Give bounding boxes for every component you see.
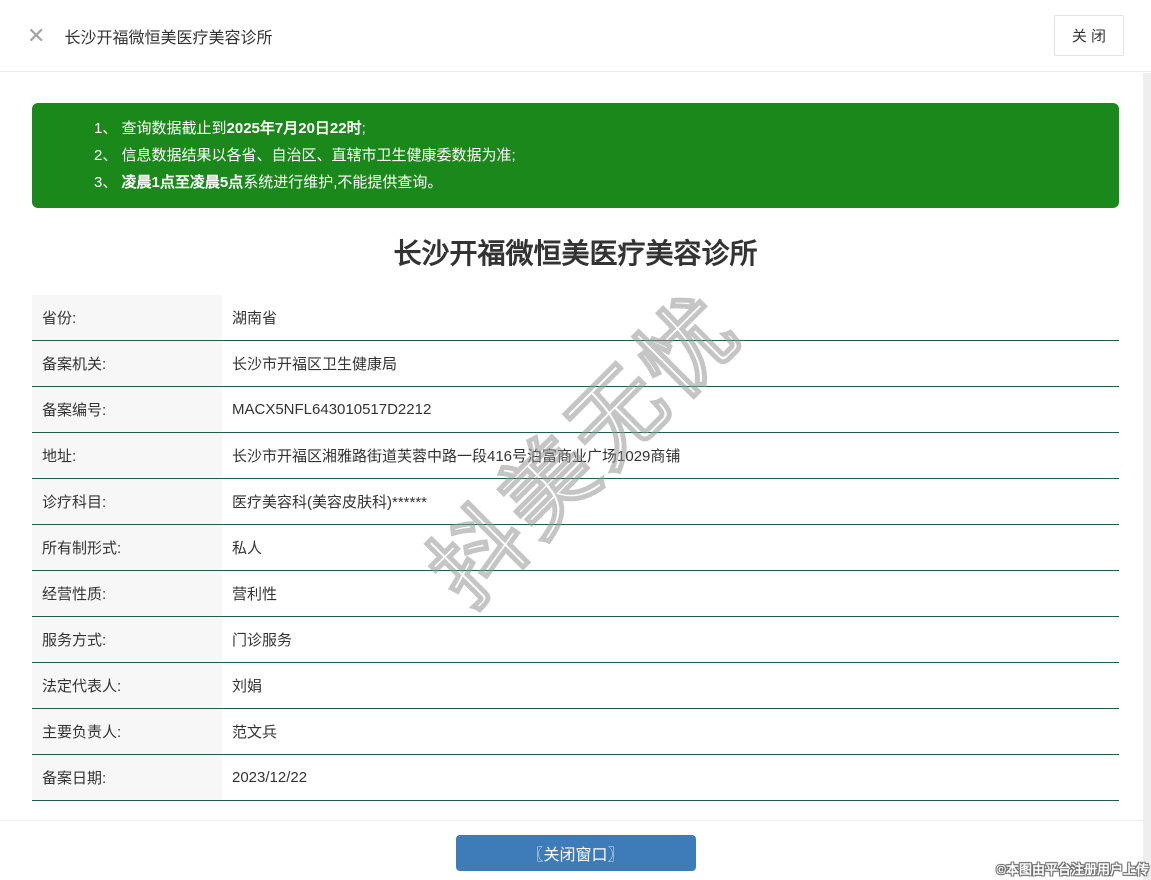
row-label: 法定代表人: (32, 662, 222, 709)
row-label: 备案日期: (32, 754, 222, 801)
table-row: 备案机关: 长沙市开福区卫生健康局 (32, 340, 1119, 387)
close-x-icon[interactable]: ✕ (27, 24, 45, 47)
table-row: 所有制形式: 私人 (32, 524, 1119, 571)
notice-banner: 1、 查询数据截止到2025年7月20日22时; 2、 信息数据结果以各省、自治… (32, 103, 1119, 208)
table-row: 省份: 湖南省 (32, 295, 1119, 341)
row-label: 经营性质: (32, 570, 222, 617)
window-title: 长沙开福微恒美医疗美容诊所 (64, 29, 273, 47)
table-row: 经营性质: 营利性 (32, 570, 1119, 617)
notice-line3-bold: 凌晨1点至凌晨5点 (121, 174, 244, 191)
row-value: 刘娟 (222, 662, 1119, 709)
row-value: 长沙市开福区湘雅路街道芙蓉中路一段416号泊富商业广场1029商铺 (222, 432, 1119, 479)
row-value: 2023/12/22 (222, 754, 1119, 801)
notice-line1-text: 1、 查询数据截止到 (94, 120, 227, 137)
close-button[interactable]: 关 闭 (1053, 15, 1124, 56)
info-table-body: 省份: 湖南省 备案机关: 长沙市开福区卫生健康局 备案编号: MACX5NFL… (32, 295, 1119, 801)
page-title: 长沙开福微恒美医疗美容诊所 (393, 238, 758, 269)
row-value: MACX5NFL643010517D2212 (222, 386, 1119, 433)
notice-line3-prefix: 3、 (94, 174, 122, 191)
row-label: 诊疗科目: (32, 478, 222, 525)
table-row: 备案日期: 2023/12/22 (32, 754, 1119, 801)
row-value: 范文兵 (222, 708, 1119, 755)
close-window-button[interactable]: 〖关闭窗口〗 (455, 835, 696, 871)
row-value: 门诊服务 (222, 616, 1119, 663)
upload-credit-text: ©本图由平台注册用户上传 (996, 862, 1149, 877)
notice-line3-suffix: 系统进行维护,不能提供查询。 (243, 174, 443, 191)
row-label: 主要负责人: (32, 708, 222, 755)
row-label: 备案机关: (32, 340, 222, 387)
clinic-info-table: 省份: 湖南省 备案机关: 长沙市开福区卫生健康局 备案编号: MACX5NFL… (32, 295, 1119, 801)
row-label: 服务方式: (32, 616, 222, 663)
row-value: 长沙市开福区卫生健康局 (222, 340, 1119, 387)
notice-line-3: 3、 凌晨1点至凌晨5点系统进行维护,不能提供查询。 (94, 169, 1099, 196)
footer: 〖关闭窗口〗 (0, 821, 1151, 871)
notice-line1-suffix: ; (361, 120, 366, 137)
row-label: 所有制形式: (32, 524, 222, 571)
main-content: 1、 查询数据截止到2025年7月20日22时; 2、 信息数据结果以各省、自治… (0, 103, 1151, 801)
row-label: 备案编号: (32, 386, 222, 433)
window-titlebar: ✕ 长沙开福微恒美医疗美容诊所 关 闭 (0, 0, 1151, 72)
table-row: 诊疗科目: 医疗美容科(美容皮肤科)****** (32, 478, 1119, 525)
row-value: 营利性 (222, 570, 1119, 617)
notice-line-2: 2、 信息数据结果以各省、自治区、直辖市卫生健康委数据为准; (94, 142, 1099, 169)
table-row: 备案编号: MACX5NFL643010517D2212 (32, 386, 1119, 433)
row-value: 私人 (222, 524, 1119, 571)
table-row: 法定代表人: 刘娟 (32, 662, 1119, 709)
row-value: 湖南省 (222, 295, 1119, 341)
table-row: 地址: 长沙市开福区湘雅路街道芙蓉中路一段416号泊富商业广场1029商铺 (32, 432, 1119, 479)
notice-line1-bold: 2025年7月20日22时 (226, 120, 362, 137)
table-row: 主要负责人: 范文兵 (32, 708, 1119, 755)
notice-line-1: 1、 查询数据截止到2025年7月20日22时; (94, 115, 1099, 142)
row-label: 地址: (32, 432, 222, 479)
scrollbar[interactable] (1143, 73, 1151, 880)
row-label: 省份: (32, 295, 222, 341)
notice-line2-text: 2、 信息数据结果以各省、自治区、直辖市卫生健康委数据为准; (94, 147, 516, 164)
table-row: 服务方式: 门诊服务 (32, 616, 1119, 663)
row-value: 医疗美容科(美容皮肤科)****** (222, 478, 1119, 525)
